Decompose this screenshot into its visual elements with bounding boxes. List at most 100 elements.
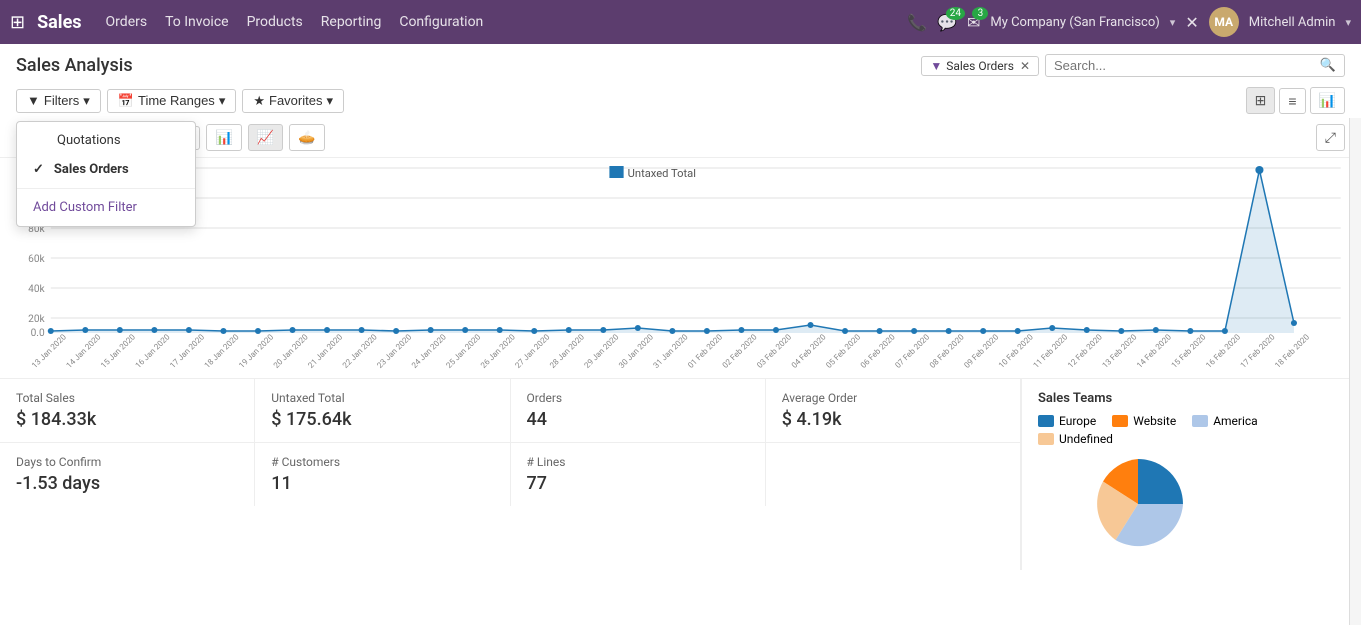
page-header: Sales Analysis ▼ Sales Orders ✕ 🔍 xyxy=(0,44,1361,83)
total-sales-label: Total Sales xyxy=(16,391,238,405)
legend-undefined: Undefined xyxy=(1038,432,1113,446)
page-title: Sales Analysis xyxy=(16,55,133,76)
svg-text:01 Feb 2020: 01 Feb 2020 xyxy=(686,332,724,370)
expand-button[interactable]: ⤢ xyxy=(1316,124,1345,151)
favorites-caret: ▾ xyxy=(326,93,333,109)
user-name[interactable]: Mitchell Admin xyxy=(1249,15,1336,30)
search-icon[interactable]: 🔍 xyxy=(1320,58,1336,73)
orders-value: 44 xyxy=(527,409,749,430)
message-badge: 3 xyxy=(972,7,988,20)
svg-text:04 Feb 2020: 04 Feb 2020 xyxy=(790,332,828,370)
svg-text:15 Jan 2020: 15 Jan 2020 xyxy=(99,332,137,370)
pie-chart-area: Sales Teams Europe Website America xyxy=(1021,379,1361,570)
total-sales-value: $ 184.33k xyxy=(16,409,238,430)
legend-america: America xyxy=(1192,414,1258,428)
svg-text:18 Feb 2020: 18 Feb 2020 xyxy=(1273,332,1311,370)
stat-untaxed-total: Untaxed Total $ 175.64k xyxy=(255,379,510,442)
stat-placeholder xyxy=(766,443,1020,506)
add-custom-filter[interactable]: Add Custom Filter xyxy=(17,193,195,222)
pie-chart-button[interactable]: 🥧 xyxy=(289,124,324,151)
pie-svg xyxy=(1038,454,1238,554)
time-ranges-button[interactable]: 📅 Time Ranges ▾ xyxy=(107,89,237,113)
svg-text:06 Feb 2020: 06 Feb 2020 xyxy=(859,332,897,370)
svg-text:Untaxed Total: Untaxed Total xyxy=(628,167,696,180)
svg-text:16 Feb 2020: 16 Feb 2020 xyxy=(1204,332,1242,370)
svg-text:29 Jan 2020: 29 Jan 2020 xyxy=(583,332,621,370)
line-chart-button[interactable]: 📈 xyxy=(248,124,283,151)
svg-text:13 Feb 2020: 13 Feb 2020 xyxy=(1101,332,1139,370)
nav-links: Orders To Invoice Products Reporting Con… xyxy=(106,10,908,34)
svg-text:21 Jan 2020: 21 Jan 2020 xyxy=(306,332,344,370)
nav-to-invoice[interactable]: To Invoice xyxy=(165,10,229,34)
filters-caret: ▾ xyxy=(83,93,90,109)
list-view-button[interactable]: ≡ xyxy=(1279,88,1305,114)
svg-text:20 Jan 2020: 20 Jan 2020 xyxy=(272,332,310,370)
favorites-label: Favorites xyxy=(269,93,322,108)
close-icon[interactable]: ✕ xyxy=(1185,13,1198,32)
svg-text:09 Feb 2020: 09 Feb 2020 xyxy=(962,332,1000,370)
filters-button[interactable]: ▼ Filters ▾ xyxy=(16,89,101,113)
america-dot xyxy=(1192,415,1208,427)
avatar[interactable]: MA xyxy=(1209,7,1239,37)
svg-text:17 Feb 2020: 17 Feb 2020 xyxy=(1239,332,1277,370)
days-confirm-value: -1.53 days xyxy=(16,473,238,494)
stat-orders: Orders 44 xyxy=(511,379,766,442)
chart-svg: 120k 100k 80k 60k 40k 20k 0.0 Untaxed To… xyxy=(0,158,1361,378)
filter-tag-close[interactable]: ✕ xyxy=(1020,59,1030,73)
svg-text:30 Jan 2020: 30 Jan 2020 xyxy=(617,332,655,370)
svg-text:08 Feb 2020: 08 Feb 2020 xyxy=(928,332,966,370)
svg-text:02 Feb 2020: 02 Feb 2020 xyxy=(721,332,759,370)
filter-dropdown: Quotations Sales Orders Add Custom Filte… xyxy=(16,121,196,227)
search-input[interactable] xyxy=(1054,58,1320,73)
bar-chart-button[interactable]: 📊 xyxy=(206,124,241,151)
svg-text:14 Feb 2020: 14 Feb 2020 xyxy=(1135,332,1173,370)
stat-customers: # Customers 11 xyxy=(255,443,510,506)
filter-tag-icon: ▼ xyxy=(930,59,942,73)
nav-reporting[interactable]: Reporting xyxy=(321,10,382,34)
svg-text:10 Feb 2020: 10 Feb 2020 xyxy=(997,332,1035,370)
favorites-button[interactable]: ★ Favorites ▾ xyxy=(242,89,344,113)
filter-tag[interactable]: ▼ Sales Orders ✕ xyxy=(921,56,1039,76)
message-icon[interactable]: ✉ 3 xyxy=(967,13,980,32)
stat-days-confirm: Days to Confirm -1.53 days xyxy=(0,443,255,506)
svg-text:16 Jan 2020: 16 Jan 2020 xyxy=(134,332,172,370)
orders-label: Orders xyxy=(527,391,749,405)
undefined-label: Undefined xyxy=(1059,432,1113,446)
app-title: Sales xyxy=(37,12,81,33)
stats-area: Total Sales $ 184.33k Untaxed Total $ 17… xyxy=(0,378,1361,570)
svg-text:14 Jan 2020: 14 Jan 2020 xyxy=(65,332,103,370)
filter-bar: ▼ Filters ▾ 📅 Time Ranges ▾ ★ Favorites … xyxy=(0,83,1361,118)
nav-right: 📞 💬 24 ✉ 3 My Company (San Francisco) ▾ … xyxy=(907,7,1351,37)
dropdown-quotations[interactable]: Quotations xyxy=(17,126,195,155)
svg-text:40k: 40k xyxy=(28,284,45,295)
dropdown-sales-orders[interactable]: Sales Orders xyxy=(17,155,195,184)
nav-orders[interactable]: Orders xyxy=(106,10,148,34)
company-caret[interactable]: ▾ xyxy=(1170,16,1176,29)
company-selector[interactable]: My Company (San Francisco) xyxy=(990,15,1159,30)
svg-text:18 Jan 2020: 18 Jan 2020 xyxy=(203,332,241,370)
nav-products[interactable]: Products xyxy=(247,10,303,34)
customers-label: # Customers xyxy=(271,455,493,469)
untaxed-total-label: Untaxed Total xyxy=(271,391,493,405)
scrollbar[interactable] xyxy=(1349,118,1361,625)
stat-lines: # Lines 77 xyxy=(511,443,766,506)
svg-text:15 Feb 2020: 15 Feb 2020 xyxy=(1170,332,1208,370)
pie-legend: Europe Website America Undefined xyxy=(1038,414,1345,446)
svg-text:28 Jan 2020: 28 Jan 2020 xyxy=(548,332,586,370)
svg-text:31 Jan 2020: 31 Jan 2020 xyxy=(652,332,690,370)
svg-text:23 Jan 2020: 23 Jan 2020 xyxy=(375,332,413,370)
svg-text:11 Feb 2020: 11 Feb 2020 xyxy=(1031,332,1069,370)
chat-icon[interactable]: 💬 24 xyxy=(937,13,957,32)
untaxed-total-value: $ 175.64k xyxy=(271,409,493,430)
nav-configuration[interactable]: Configuration xyxy=(399,10,483,34)
bar-view-button[interactable]: 📊 xyxy=(1310,87,1345,114)
filter-tag-label: Sales Orders xyxy=(946,59,1014,73)
add-custom-label: Add Custom Filter xyxy=(33,200,137,215)
user-caret[interactable]: ▾ xyxy=(1345,16,1351,29)
phone-icon[interactable]: 📞 xyxy=(907,13,927,32)
europe-dot xyxy=(1038,415,1054,427)
search-bar-area: ▼ Sales Orders ✕ 🔍 xyxy=(921,54,1345,77)
undefined-dot xyxy=(1038,433,1054,445)
grid-icon[interactable]: ⊞ xyxy=(10,12,25,33)
pivot-view-button[interactable]: ⊞ xyxy=(1246,87,1276,114)
